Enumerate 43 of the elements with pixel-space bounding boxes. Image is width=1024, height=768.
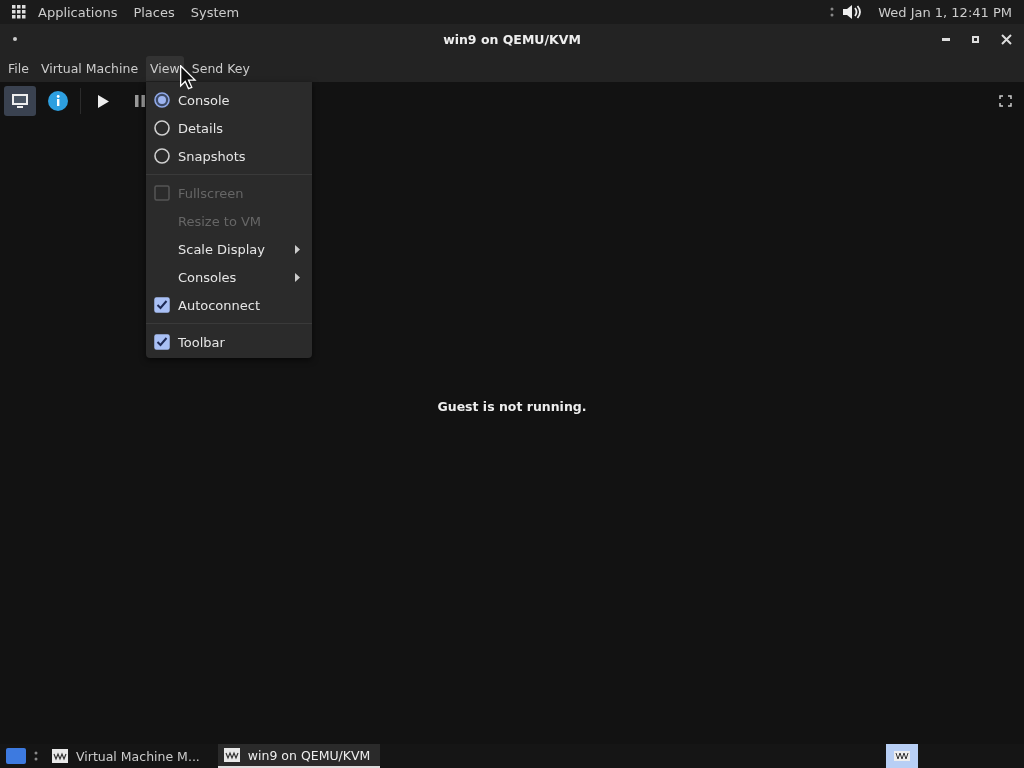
status-message: Guest is not running. — [437, 398, 587, 414]
menu-item[interactable]: View — [146, 55, 184, 81]
menu-entry[interactable]: Toolbar — [146, 328, 312, 356]
handle-icon — [830, 6, 835, 18]
menu-entry[interactable]: Scale Display — [146, 235, 312, 263]
window-menu-icon[interactable] — [13, 37, 17, 41]
app-grid-icon[interactable] — [12, 5, 26, 19]
fullscreen-icon[interactable] — [999, 95, 1012, 107]
radio-button[interactable] — [154, 148, 170, 164]
monitor-icon — [11, 93, 29, 109]
menu-entry[interactable]: Consoles — [146, 263, 312, 291]
clock[interactable]: Wed Jan 1, 12:41 PM — [878, 4, 1012, 20]
panel-menu[interactable]: Places — [133, 4, 175, 20]
workspace-icon[interactable] — [886, 744, 918, 768]
radio-button[interactable] — [154, 92, 170, 108]
taskbar-button[interactable]: win9 on QEMU/KVM — [217, 744, 381, 768]
menu-entry[interactable]: Snapshots — [146, 142, 312, 170]
taskbar-button[interactable]: Virtual Machine M... — [46, 744, 210, 768]
menu-item[interactable]: Send Key — [187, 55, 254, 81]
minimize-icon[interactable] — [942, 37, 950, 41]
pause-icon[interactable] — [135, 95, 145, 107]
close-icon[interactable] — [1001, 33, 1012, 45]
speaker-icon[interactable] — [842, 4, 863, 20]
submenu-arrow-icon — [295, 244, 300, 254]
window-title: win9 on QEMU/KVM — [443, 31, 581, 47]
panel-menu[interactable]: System — [190, 4, 240, 20]
menu-item[interactable]: Virtual Machine — [36, 55, 143, 81]
app-icon — [52, 749, 68, 763]
panel-menu[interactable]: Applications — [38, 4, 118, 20]
menu-entry[interactable]: Autoconnect — [146, 291, 312, 319]
handle-icon — [34, 750, 38, 762]
checkbox[interactable] — [154, 334, 170, 350]
maximize-icon[interactable] — [972, 35, 979, 43]
menu-entry[interactable]: Console — [146, 86, 312, 114]
menu-item[interactable]: File — [4, 55, 33, 81]
play-icon[interactable] — [97, 94, 109, 108]
radio-button[interactable] — [154, 120, 170, 136]
checkbox[interactable] — [154, 297, 170, 313]
menu-entry[interactable]: Details — [146, 114, 312, 142]
info-icon[interactable] — [48, 91, 68, 111]
submenu-arrow-icon — [295, 272, 300, 282]
console-button[interactable] — [4, 86, 36, 116]
app-icon — [223, 748, 240, 762]
